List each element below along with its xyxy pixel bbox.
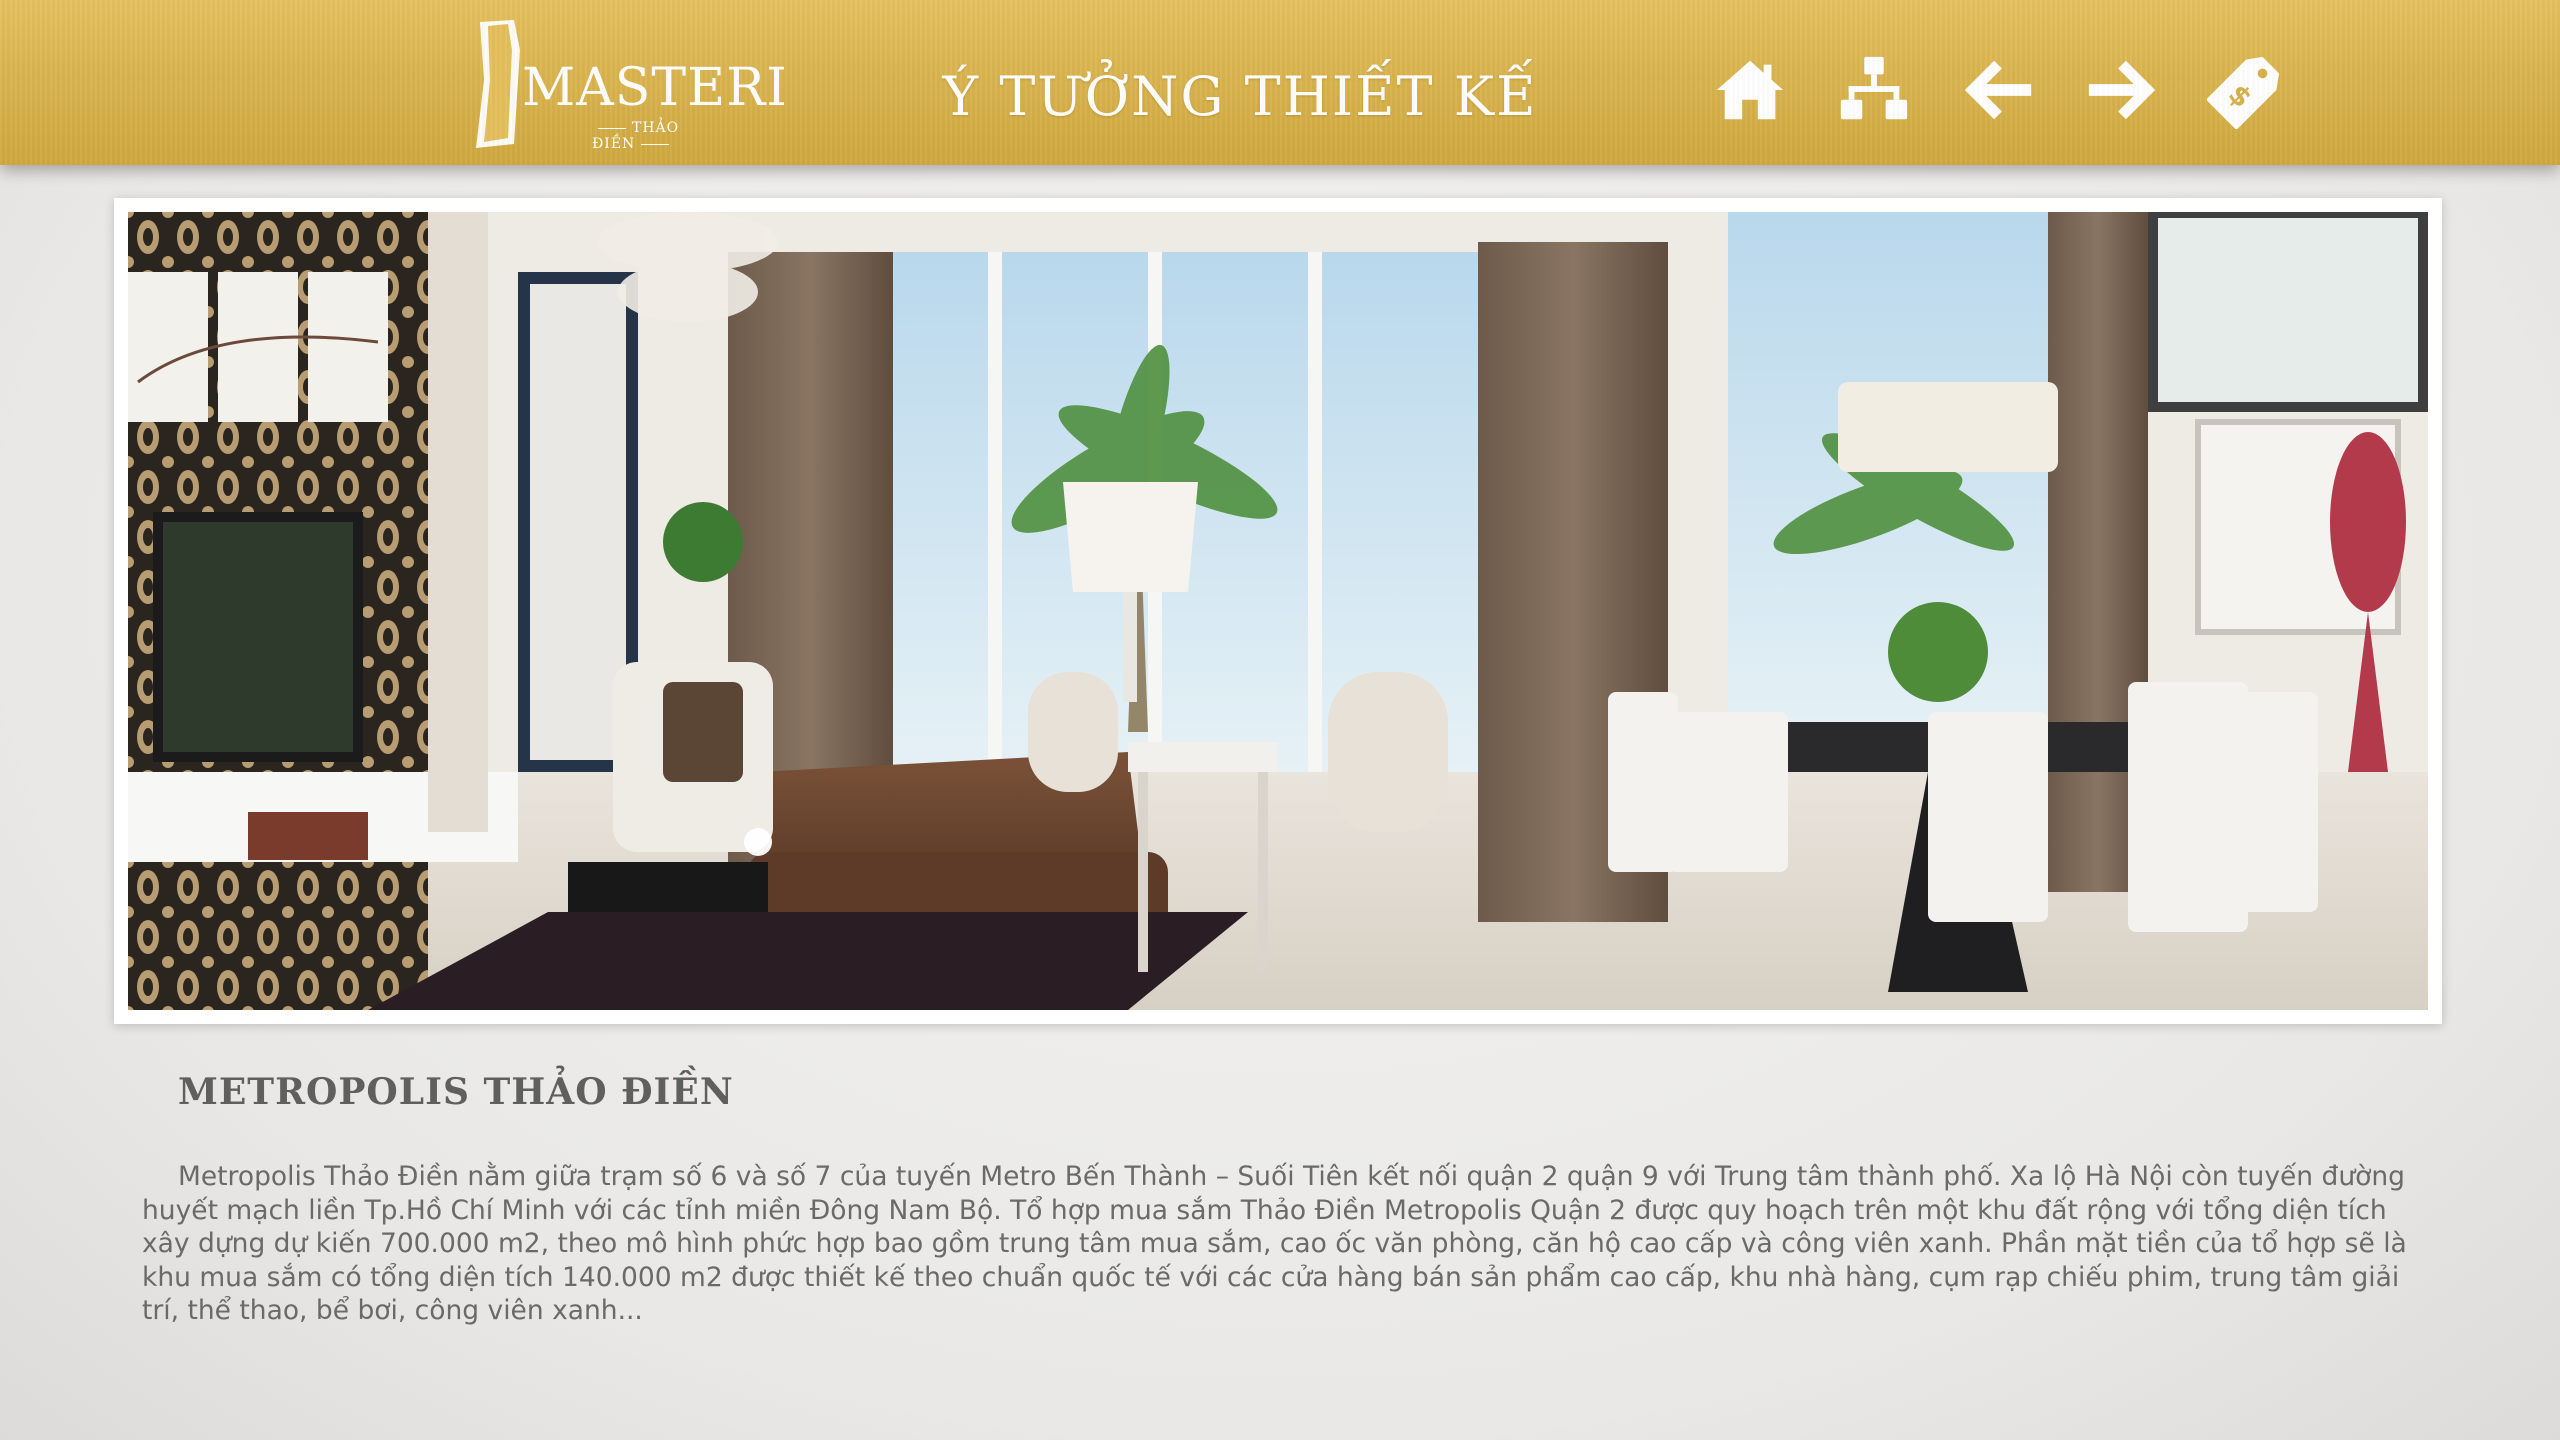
home-button[interactable] xyxy=(1710,50,1790,130)
header-nav: $ xyxy=(1710,50,2330,130)
price-tag-icon: $ xyxy=(2207,56,2280,129)
top-header-bar: MASTERI THẢO ĐIỀN Ý TƯỞNG THIẾT KẾ $ xyxy=(0,0,2560,165)
previous-button[interactable] xyxy=(1958,50,2038,130)
hero-image-frame xyxy=(114,198,2442,1024)
sitemap-icon xyxy=(1840,56,1908,120)
sitemap-button[interactable] xyxy=(1834,50,1914,130)
hero-image xyxy=(128,212,2428,1010)
section-title: METROPOLIS THẢO ĐIỀN xyxy=(178,1071,734,1113)
price-button[interactable]: $ xyxy=(2206,50,2286,130)
masteri-logo[interactable]: MASTERI THẢO ĐIỀN xyxy=(474,20,787,152)
arrow-right-icon xyxy=(2088,60,2156,120)
page-title: Ý TƯỞNG THIẾT KẾ xyxy=(942,65,1538,128)
home-icon xyxy=(1716,60,1784,120)
arrow-left-icon xyxy=(1964,60,2032,120)
logo-subtext: THẢO ĐIỀN xyxy=(592,120,714,152)
project-description: Metropolis Thảo Điền nằm giữa trạm số 6 … xyxy=(142,1161,2407,1326)
interior-render-illustration xyxy=(128,212,2428,1010)
next-button[interactable] xyxy=(2082,50,2162,130)
logo-wordmark: MASTERI xyxy=(522,58,788,118)
